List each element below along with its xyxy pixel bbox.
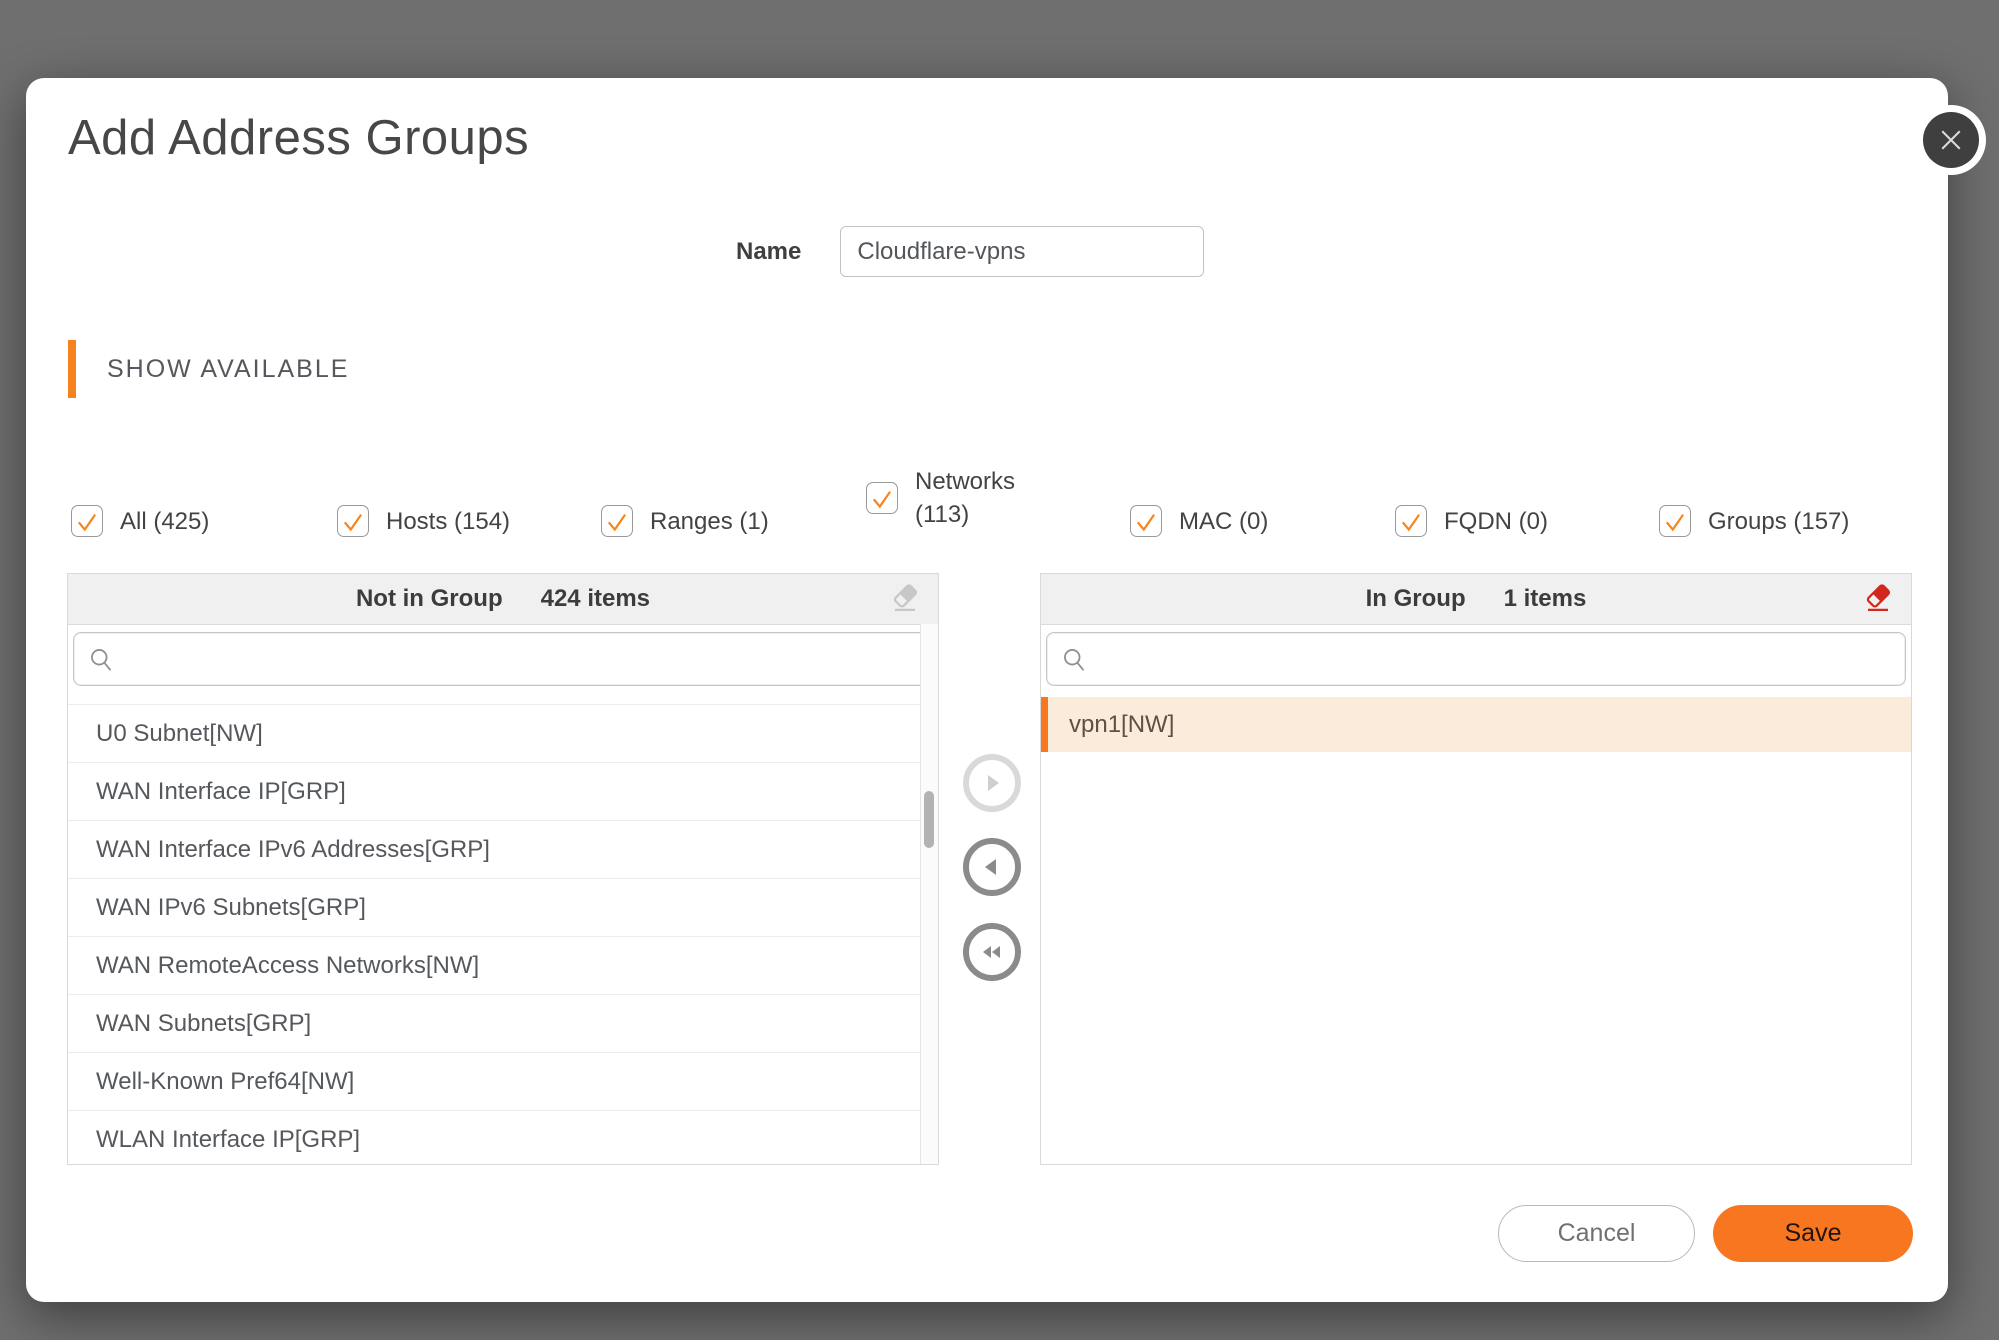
list-item[interactable]: WLAN Interface IP[GRP] xyxy=(68,1111,921,1165)
list-item[interactable]: WAN Interface IPv6 Addresses[GRP] xyxy=(68,821,921,879)
checkmark-icon xyxy=(1134,508,1158,535)
checkbox-hosts[interactable] xyxy=(337,505,369,537)
scrollbar-track xyxy=(920,624,938,1164)
checkbox-ranges[interactable] xyxy=(601,505,633,537)
list-item[interactable]: WAN RemoteAccess Networks[NW] xyxy=(68,937,921,995)
not-in-group-header: Not in Group 424 items xyxy=(68,574,938,625)
list-item-label: U0 Subnet[NW] xyxy=(96,720,263,747)
save-button[interactable]: Save xyxy=(1713,1205,1913,1262)
list-item-label: WLAN Interface IP[GRP] xyxy=(96,1126,360,1153)
eraser-icon xyxy=(890,583,920,618)
cancel-button[interactable]: Cancel xyxy=(1498,1205,1695,1262)
list-item[interactable]: WAN IPv6 Subnets[GRP] xyxy=(68,879,921,937)
list-item[interactable]: vpn1[NW] xyxy=(1041,697,1911,752)
name-input[interactable] xyxy=(840,226,1204,277)
partial-row xyxy=(68,692,921,705)
close-button[interactable] xyxy=(1923,112,1979,168)
name-field-row: Name xyxy=(736,226,1204,277)
section-title: SHOW AVAILABLE xyxy=(107,355,349,384)
list-item[interactable]: Well-Known Pref64[NW] xyxy=(68,1053,921,1111)
filter-group-networks: Networks (113) xyxy=(866,453,1031,543)
filter-group-mac: MAC (0) xyxy=(1130,498,1268,544)
eraser-icon xyxy=(1863,583,1893,618)
move-right-button[interactable] xyxy=(963,754,1021,812)
clear-not-in-group-button[interactable] xyxy=(888,583,922,617)
arrow-left-icon xyxy=(979,854,1005,880)
show-available-section: SHOW AVAILABLE xyxy=(68,340,349,398)
list-item[interactable]: WAN Interface IP[GRP] xyxy=(68,763,921,821)
in-group-header: In Group 1 items xyxy=(1041,574,1911,625)
in-group-search-input[interactable] xyxy=(1097,633,1897,685)
not-in-group-search-row xyxy=(68,625,938,692)
scrollbar-thumb[interactable] xyxy=(924,791,934,848)
list-item-label: WAN IPv6 Subnets[GRP] xyxy=(96,894,366,921)
checkmark-icon xyxy=(1663,508,1687,535)
filter-label: All (425) xyxy=(120,505,209,538)
in-group-search-row xyxy=(1041,625,1911,692)
name-label: Name xyxy=(736,238,801,266)
page-backdrop: { "dialog": { "title": "Add Address Grou… xyxy=(0,0,1999,1340)
dialog-title: Add Address Groups xyxy=(68,110,529,166)
move-left-button[interactable] xyxy=(963,838,1021,896)
section-accent-bar xyxy=(68,340,76,398)
filter-label: FQDN (0) xyxy=(1444,505,1548,538)
panel-item-count: 1 items xyxy=(1504,585,1587,613)
checkmark-icon xyxy=(870,485,894,512)
checkbox-fqdn[interactable] xyxy=(1395,505,1427,537)
checkmark-icon xyxy=(605,508,629,535)
checkmark-icon xyxy=(341,508,365,535)
in-group-list: vpn1[NW] xyxy=(1041,697,1911,1165)
filter-group-all: All (425) xyxy=(71,498,209,544)
checkbox-networks[interactable] xyxy=(866,482,898,514)
filter-group-ranges: Ranges (1) xyxy=(601,498,769,544)
in-group-panel: In Group 1 items xyxy=(1040,573,1912,1165)
filter-label: Ranges (1) xyxy=(650,505,769,538)
panel-title: Not in Group xyxy=(356,585,503,613)
list-item-label: Well-Known Pref64[NW] xyxy=(96,1068,354,1095)
close-icon xyxy=(1936,125,1966,155)
filter-label: Groups (157) xyxy=(1708,505,1849,538)
add-address-groups-dialog: Add Address Groups Name SHOW AVAILABLE A… xyxy=(26,78,1948,1302)
checkbox-all[interactable] xyxy=(71,505,103,537)
list-item-label: WAN Subnets[GRP] xyxy=(96,1010,311,1037)
not-in-group-panel: Not in Group 424 items xyxy=(67,573,939,1165)
checkbox-groups[interactable] xyxy=(1659,505,1691,537)
search-box xyxy=(73,632,933,686)
list-item-label: vpn1[NW] xyxy=(1069,711,1174,738)
list-item-label: WAN Interface IP[GRP] xyxy=(96,778,346,805)
filter-label: Hosts (154) xyxy=(386,505,510,538)
panel-item-count: 424 items xyxy=(541,585,650,613)
search-box xyxy=(1046,632,1906,686)
filter-group-groups: Groups (157) xyxy=(1659,498,1849,544)
not-in-group-search-input[interactable] xyxy=(124,633,924,685)
list-item-label: WAN Interface IPv6 Addresses[GRP] xyxy=(96,836,490,863)
list-item-label: WAN RemoteAccess Networks[NW] xyxy=(96,952,479,979)
panel-title: In Group xyxy=(1366,585,1466,613)
arrow-right-icon xyxy=(979,770,1005,796)
not-in-group-list: U0 Subnet[NW] WAN Interface IP[GRP] WAN … xyxy=(68,692,921,1165)
filter-group-fqdn: FQDN (0) xyxy=(1395,498,1548,544)
filter-group-hosts: Hosts (154) xyxy=(337,498,510,544)
checkmark-icon xyxy=(75,508,99,535)
clear-in-group-button[interactable] xyxy=(1861,583,1895,617)
double-arrow-left-icon xyxy=(978,939,1006,965)
checkmark-icon xyxy=(1399,508,1423,535)
list-item[interactable]: U0 Subnet[NW] xyxy=(68,705,921,763)
checkbox-mac[interactable] xyxy=(1130,505,1162,537)
move-all-left-button[interactable] xyxy=(963,923,1021,981)
filter-label: MAC (0) xyxy=(1179,505,1268,538)
list-item[interactable]: WAN Subnets[GRP] xyxy=(68,995,921,1053)
filter-label: Networks (113) xyxy=(915,465,1031,531)
